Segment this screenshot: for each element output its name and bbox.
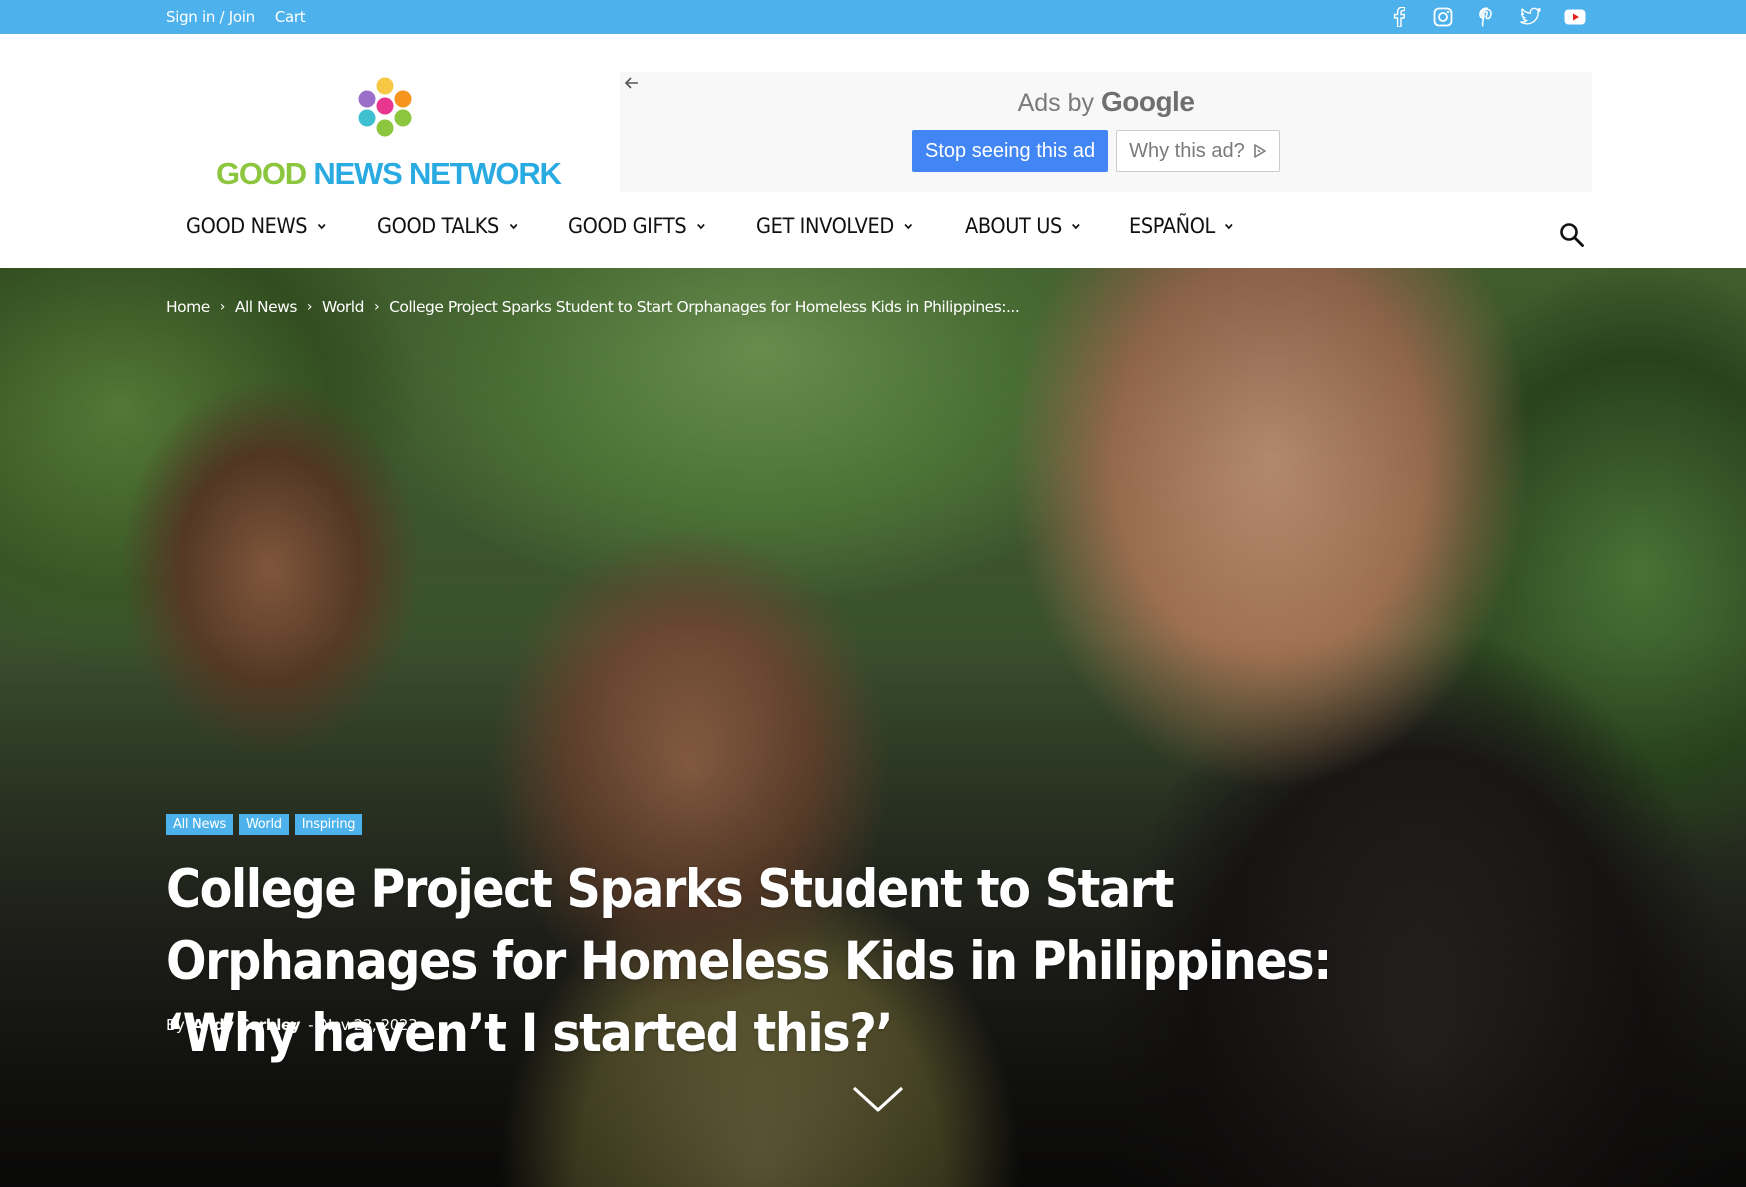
ad-feedback-buttons: Stop seeing this ad Why this ad? [912,130,1280,172]
instagram-icon[interactable] [1432,6,1454,28]
category-tags: All News World Inspiring [166,814,363,835]
social-links [1388,0,1586,34]
breadcrumb-all-news[interactable]: All News [235,298,298,316]
byline-by: By [166,1016,185,1034]
ads-by-google: Ads by Google [620,86,1592,118]
top-bar: Sign in / Join Cart [0,0,1746,34]
nav-label: GET INVOLVED [755,214,894,238]
breadcrumb-separator-icon: › [306,299,313,315]
tag-inspiring[interactable]: Inspiring [294,814,363,835]
nav-espanol[interactable]: ESPAÑOL [1129,214,1234,238]
why-this-ad-button[interactable]: Why this ad? [1116,130,1280,172]
logo-wordmark: GOOD NEWS NETWORK [216,156,562,192]
pinterest-icon[interactable] [1476,6,1498,28]
cart-link[interactable]: Cart [275,8,306,26]
breadcrumb-world[interactable]: World [322,298,364,316]
chevron-down-icon [317,223,326,229]
chevron-down-icon [904,223,912,229]
youtube-icon[interactable] [1564,6,1586,28]
article-byline: By Andy Corbley - Nov 22, 2023 [166,1016,418,1034]
nav-good-talks[interactable]: GOOD TALKS [377,214,518,238]
breadcrumb-current: College Project Sparks Student to Start … [389,298,1020,316]
byline-dash: - [308,1016,314,1034]
logo-word-good: GOOD [216,156,314,191]
nav-good-news[interactable]: GOOD NEWS [186,214,326,238]
facebook-icon[interactable] [1388,6,1410,28]
logo-word-news-network: NEWS NETWORK [313,156,562,191]
breadcrumb-separator-icon: › [219,299,226,315]
breadcrumb-separator-icon: › [373,299,380,315]
author-link[interactable]: Andy Corbley [192,1016,300,1034]
chevron-down-icon [1071,223,1080,229]
nav-label: GOOD GIFTS [568,214,687,238]
article-date: Nov 22, 2023 [321,1016,418,1034]
search-icon[interactable] [1558,221,1586,249]
twitter-icon[interactable] [1520,6,1542,28]
ads-by-label: Ads by [1017,89,1101,117]
stop-seeing-ad-button[interactable]: Stop seeing this ad [912,130,1109,172]
google-wordmark: Google [1100,86,1195,117]
logo-dots-icon [358,77,412,137]
site-logo[interactable]: GOOD NEWS NETWORK [210,74,570,194]
nav-about-us[interactable]: ABOUT US [965,214,1081,238]
ad-panel: Ads by Google Stop seeing this ad Why th… [620,72,1592,192]
nav-get-involved[interactable]: GET INVOLVED [756,214,913,238]
nav-label: ESPAÑOL [1128,214,1215,238]
sign-in-link[interactable]: Sign in / Join [166,8,255,26]
chevron-down-icon [696,223,705,229]
nav-label: ABOUT US [964,214,1062,238]
breadcrumb: Home › All News › World › College Projec… [166,298,1020,316]
tag-all-news[interactable]: All News [166,814,233,835]
hero-featured-image: Home › All News › World › College Projec… [0,268,1746,1187]
site-header: GOOD NEWS NETWORK Ads by Google Stop see… [0,34,1746,268]
scroll-down-chevron-icon[interactable] [851,1084,905,1114]
chevron-down-icon [509,223,517,229]
chevron-down-icon [1225,223,1233,229]
ad-choices-icon [1253,144,1266,158]
article-title: College Project Sparks Student to Start … [166,859,1332,1064]
why-this-ad-label: Why this ad? [1129,140,1245,162]
main-nav: GOOD NEWS GOOD TALKS GOOD GIFTS GET INVO… [186,214,1281,238]
breadcrumb-home[interactable]: Home [166,298,210,316]
nav-good-gifts[interactable]: GOOD GIFTS [568,214,706,238]
nav-label: GOOD NEWS [186,214,308,238]
tag-world[interactable]: World [238,814,289,835]
account-links: Sign in / Join Cart [166,0,306,34]
nav-label: GOOD TALKS [376,214,499,238]
